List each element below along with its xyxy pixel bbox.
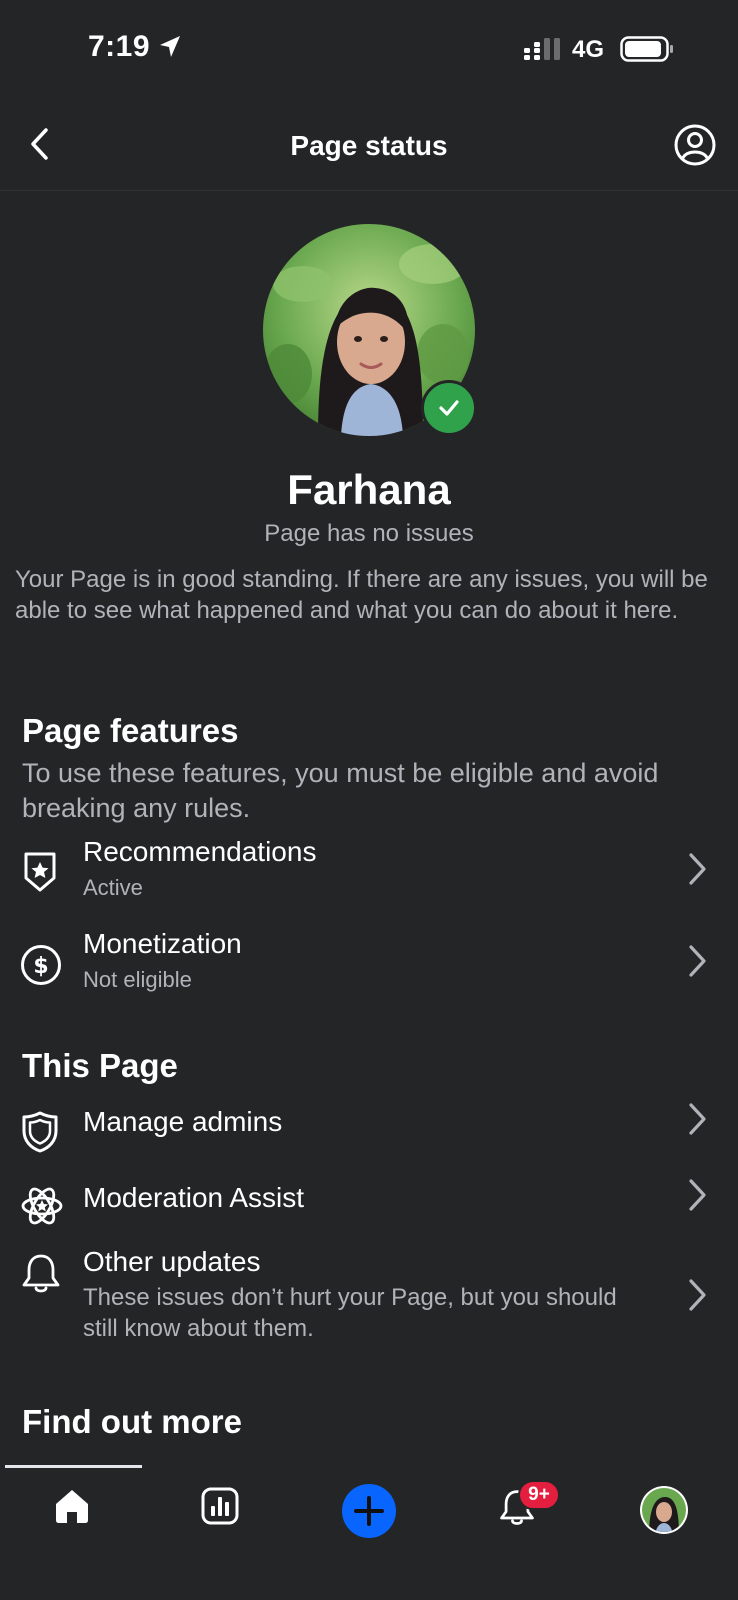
monetization-status: Not eligible bbox=[83, 967, 192, 992]
page-features-description: To use these features, you must be eligi… bbox=[22, 758, 659, 823]
monetization-title: Monetization bbox=[83, 928, 242, 959]
recommendations-title: Recommendations bbox=[83, 836, 317, 867]
svg-text:$: $ bbox=[33, 954, 48, 979]
other-updates-description: These issues don’t hurt your Page, but y… bbox=[83, 1284, 617, 1342]
moderation-assist-title: Moderation Assist bbox=[83, 1182, 304, 1213]
manage-admins-row[interactable]: Manage admins bbox=[0, 1103, 738, 1172]
signal-icon bbox=[524, 38, 560, 60]
atom-icon bbox=[21, 1187, 63, 1225]
home-icon[interactable] bbox=[52, 1486, 92, 1526]
verified-check-icon bbox=[421, 380, 477, 436]
recommendations-row[interactable]: Recommendations Active bbox=[0, 836, 738, 920]
page-avatar bbox=[263, 224, 477, 436]
monetization-row[interactable]: $ Monetization Not eligible bbox=[0, 928, 738, 1012]
status-bar: 7:19 4G bbox=[0, 0, 738, 100]
network-type: 4G bbox=[572, 36, 605, 63]
avatar[interactable] bbox=[639, 1485, 689, 1535]
shield-icon bbox=[22, 1111, 58, 1153]
find-out-more-heading: Find out more bbox=[22, 1403, 242, 1440]
notification-badge: 9+ bbox=[518, 1480, 560, 1510]
manage-admins-title: Manage admins bbox=[83, 1106, 283, 1137]
this-page-heading: This Page bbox=[22, 1047, 178, 1084]
recommendations-status: Active bbox=[83, 875, 143, 900]
chevron-right-icon bbox=[689, 1103, 706, 1135]
status-time: 7:19 bbox=[88, 30, 151, 63]
bell-icon bbox=[22, 1254, 60, 1293]
dollar-circle-icon: $ bbox=[21, 945, 61, 985]
moderation-assist-row[interactable]: Moderation Assist bbox=[0, 1179, 738, 1248]
page-status-text: Page has no issues bbox=[264, 520, 474, 547]
chevron-right-icon bbox=[689, 945, 706, 977]
top-navigation-bar: Page status bbox=[0, 100, 738, 191]
page-title: Page status bbox=[290, 130, 448, 161]
chevron-right-icon bbox=[689, 1179, 706, 1211]
other-updates-row[interactable]: Other updates These issues don’t hurt yo… bbox=[0, 1246, 738, 1362]
location-arrow-icon bbox=[160, 36, 180, 57]
bar-chart-icon[interactable] bbox=[200, 1486, 240, 1526]
battery-icon bbox=[620, 36, 673, 62]
page-features-heading: Page features bbox=[22, 712, 239, 749]
chevron-right-icon bbox=[689, 853, 706, 885]
chevron-right-icon bbox=[689, 1279, 706, 1311]
profile-circle-icon[interactable] bbox=[674, 124, 716, 166]
page-status-description: Your Page is in good standing. If there … bbox=[15, 566, 708, 624]
other-updates-title: Other updates bbox=[83, 1246, 261, 1277]
page-name: Farhana bbox=[287, 466, 451, 513]
shield-star-icon bbox=[24, 852, 56, 892]
active-tab-indicator bbox=[5, 1465, 142, 1468]
plus-icon[interactable] bbox=[342, 1484, 396, 1538]
